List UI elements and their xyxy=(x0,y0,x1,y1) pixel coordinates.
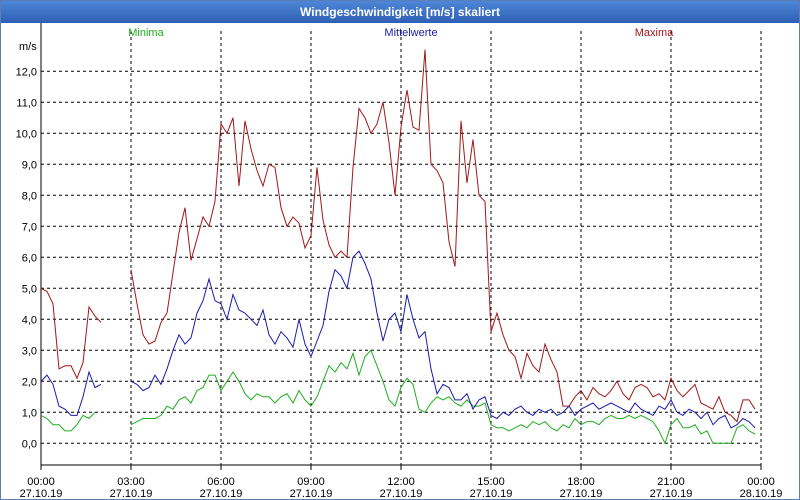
x-tick-time-label: 15:00 xyxy=(477,476,505,488)
y-tick-label: 10,0 xyxy=(16,128,37,140)
x-tick-date-label: 27.10.19 xyxy=(290,488,333,499)
x-tick-time-label: 00:00 xyxy=(27,476,55,488)
series-line-mittelwerte xyxy=(130,250,756,429)
chart-window: Windgeschwindigkeit [m/s] skaliert m/s 0… xyxy=(0,0,800,500)
x-tick-date-label: 27.10.19 xyxy=(20,488,63,499)
x-tick-date-label: 27.10.19 xyxy=(650,488,693,499)
x-tick-time-label: 06:00 xyxy=(207,476,235,488)
x-tick-date-label: 27.10.19 xyxy=(560,488,603,499)
x-tick-date-label: 27.10.19 xyxy=(470,488,513,499)
x-tick-date-label: 28.10.19 xyxy=(740,488,783,499)
x-tick-date-label: 27.10.19 xyxy=(200,488,243,499)
x-tick-time-label: 21:00 xyxy=(657,476,685,488)
y-tick-label: 3,0 xyxy=(22,345,37,357)
y-tick-label: 1,0 xyxy=(22,407,37,419)
wind-speed-chart: m/s 0,0 1,0 2,0 3,0 4,0 5,0 6,0 7,0 8,0 9,0 10,0 11… xyxy=(16,23,783,499)
legend-minima: Minima xyxy=(128,27,164,39)
y-tick-label: 11,0 xyxy=(16,97,37,109)
window-title: Windgeschwindigkeit [m/s] skaliert xyxy=(1,1,799,23)
series-line-mittelwerte xyxy=(40,370,102,416)
x-tick-time-label: 09:00 xyxy=(297,476,325,488)
y-tick-label: 8,0 xyxy=(22,190,37,202)
legend-maxima: Maxima xyxy=(635,27,674,39)
y-axis-unit-label: m/s xyxy=(19,41,37,53)
series-line-maxima xyxy=(40,287,102,380)
y-tick-label: 9,0 xyxy=(22,159,37,171)
y-tick-label: 2,0 xyxy=(22,376,37,388)
y-tick-label: 5,0 xyxy=(22,283,37,295)
x-tick-date-label: 27.10.19 xyxy=(380,488,423,499)
y-tick-label: 7,0 xyxy=(22,221,37,233)
x-tick-date-label: 27.10.19 xyxy=(110,488,153,499)
x-tick-time-label: 00:00 xyxy=(747,476,775,488)
series-line-maxima xyxy=(130,49,756,423)
y-tick-label: 4,0 xyxy=(22,314,37,326)
legend-mittelwerte: Mittelwerte xyxy=(384,27,437,39)
series-line-minima xyxy=(40,411,96,432)
y-tick-label: 6,0 xyxy=(22,252,37,264)
x-tick-time-label: 12:00 xyxy=(387,476,415,488)
x-tick-time-label: 03:00 xyxy=(117,476,145,488)
y-tick-label: 0,0 xyxy=(22,438,37,450)
x-tick-time-label: 18:00 xyxy=(567,476,595,488)
y-tick-label: 12,0 xyxy=(16,66,37,78)
